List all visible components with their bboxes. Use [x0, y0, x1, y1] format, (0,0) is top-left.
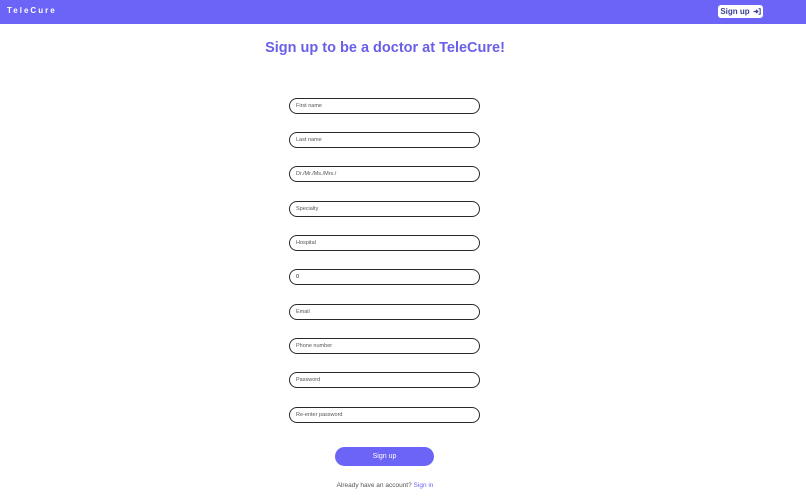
last-name-input[interactable] — [289, 132, 480, 148]
brand-logo[interactable]: TeleCure — [7, 6, 57, 15]
email-input[interactable] — [289, 304, 480, 320]
specialty-input[interactable] — [289, 201, 480, 217]
nav-signup-label: Sign up — [720, 7, 750, 16]
sign-in-arrow-icon — [753, 8, 761, 15]
phone-input[interactable] — [289, 338, 480, 354]
title-prefix-input[interactable] — [289, 166, 480, 182]
nav-signup-button[interactable]: Sign up — [718, 5, 763, 18]
hospital-input[interactable] — [289, 235, 480, 251]
signin-question: Already have an account? — [336, 482, 412, 489]
signin-prompt: Already have an account? Sign in — [0, 482, 770, 489]
signin-link[interactable]: Sign in — [414, 482, 434, 489]
first-name-input[interactable] — [289, 98, 480, 114]
navbar: TeleCure Sign up — [0, 0, 806, 24]
number-input[interactable] — [289, 269, 480, 285]
signup-submit-button[interactable]: Sign up — [335, 447, 434, 466]
password-input[interactable] — [289, 372, 480, 388]
confirm-password-input[interactable] — [289, 407, 480, 423]
page-title: Sign up to be a doctor at TeleCure! — [265, 40, 505, 56]
